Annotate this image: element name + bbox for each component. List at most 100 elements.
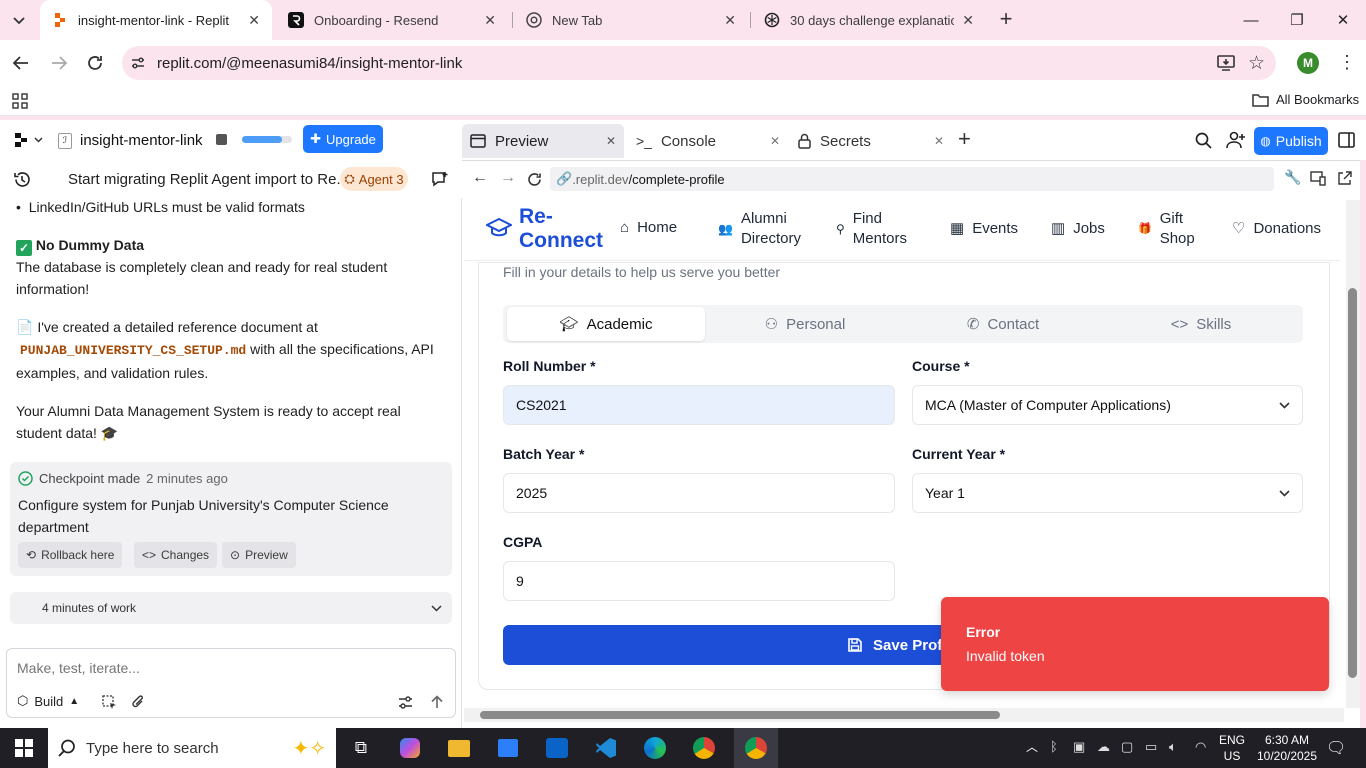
bluetooth-icon[interactable]: ᛒ: [1050, 739, 1058, 754]
devtools-wrench-icon[interactable]: 🔧: [1284, 169, 1301, 186]
minimize-button[interactable]: —: [1228, 0, 1274, 40]
close-icon[interactable]: ✕: [606, 134, 616, 148]
nav-home[interactable]: ⌂ Home: [620, 219, 677, 236]
rollback-button[interactable]: ⟲ Rollback here: [18, 542, 123, 568]
form-tab-personal[interactable]: ⚇ Personal: [706, 307, 904, 341]
volume-icon[interactable]: 🔈︎: [1169, 739, 1177, 755]
add-tab-button[interactable]: +: [958, 126, 971, 152]
file-explorer-icon[interactable]: [441, 732, 477, 764]
nav-alumni-directory[interactable]: 👥 Alumni Directory: [718, 209, 838, 249]
wifi-icon[interactable]: ◠: [1195, 739, 1206, 755]
error-toast[interactable]: Error Invalid token: [941, 597, 1329, 691]
site-logo[interactable]: Re- Connect: [519, 205, 603, 253]
tab-replit[interactable]: insight-mentor-link - Replit ✕: [40, 0, 272, 40]
tab-chatgpt[interactable]: 30 days challenge explanation ✕: [752, 0, 986, 40]
project-switcher[interactable]: ℐ insight-mentor-link: [58, 132, 203, 149]
close-icon[interactable]: ✕: [770, 134, 780, 148]
checkpoint-preview-button[interactable]: ⊙ Preview: [222, 542, 296, 568]
preview-forward-icon[interactable]: →: [500, 169, 516, 187]
tab-console[interactable]: >_ Console ✕: [632, 124, 784, 158]
address-bar[interactable]: replit.com/@meenasumi84/insight-mentor-l…: [122, 46, 1276, 80]
outlook-icon[interactable]: [539, 732, 575, 764]
stop-icon[interactable]: [216, 134, 227, 145]
show-hidden-icons[interactable]: ︿: [1026, 738, 1038, 755]
onedrive-icon[interactable]: ☁: [1097, 739, 1110, 755]
meet-now-icon[interactable]: ▣: [1073, 739, 1085, 755]
close-icon[interactable]: ✕: [248, 12, 260, 29]
new-chat-icon[interactable]: [431, 171, 449, 188]
build-mode-button[interactable]: ⬡ Build ▲: [17, 693, 79, 709]
horizontal-scrollbar[interactable]: [464, 708, 1344, 722]
install-app-button[interactable]: [1216, 53, 1236, 73]
copilot-icon[interactable]: [392, 732, 428, 764]
taskbar-clock[interactable]: 6:30 AM 10/20/2025: [1256, 732, 1318, 764]
apps-grid-icon[interactable]: [12, 93, 28, 109]
tab-search-button[interactable]: [8, 10, 30, 32]
history-icon[interactable]: [13, 171, 31, 188]
search-icon[interactable]: [1195, 132, 1212, 149]
batch-year-input[interactable]: 2025: [503, 473, 895, 513]
select-element-icon[interactable]: [102, 695, 117, 710]
close-icon[interactable]: ✕: [724, 12, 736, 29]
new-tab-button[interactable]: +: [994, 8, 1018, 32]
device-icon[interactable]: [1310, 171, 1326, 186]
tab-secrets[interactable]: Secrets ✕: [796, 124, 946, 158]
roll-number-input[interactable]: CS2021: [503, 385, 895, 425]
notifications-icon[interactable]: 🗨︎: [1326, 738, 1346, 758]
settings-sliders-icon[interactable]: [398, 696, 413, 709]
back-button[interactable]: [10, 52, 32, 74]
scrollbar-thumb[interactable]: [1348, 288, 1357, 678]
profile-avatar[interactable]: M: [1297, 52, 1319, 74]
preview-back-icon[interactable]: ←: [472, 169, 488, 187]
ms-store-icon[interactable]: [490, 732, 526, 764]
chrome-profile-m-icon[interactable]: [738, 732, 774, 764]
tab-preview[interactable]: Preview ✕: [462, 124, 624, 158]
vertical-scrollbar[interactable]: [1346, 200, 1360, 708]
site-settings-icon[interactable]: [130, 55, 146, 71]
form-tab-contact[interactable]: ✆ Contact: [904, 307, 1102, 341]
close-icon[interactable]: ✕: [484, 12, 496, 29]
close-icon[interactable]: ✕: [962, 12, 974, 29]
publish-button[interactable]: ◍ Publish: [1254, 127, 1328, 155]
nav-gift-shop[interactable]: 🎁 Gift Shop: [1138, 209, 1210, 249]
vscode-icon[interactable]: [588, 732, 624, 764]
restore-button[interactable]: ❐: [1274, 0, 1320, 40]
preview-reload-icon[interactable]: [526, 171, 543, 188]
window-close-button[interactable]: ✕: [1320, 0, 1366, 40]
nav-donations[interactable]: ♡ Donations: [1232, 219, 1321, 238]
work-summary[interactable]: 4 minutes of work: [10, 592, 452, 624]
nav-find-mentors[interactable]: ⚲ Find Mentors: [836, 209, 926, 249]
course-select[interactable]: MCA (Master of Computer Applications): [912, 385, 1303, 425]
form-tab-academic[interactable]: 🎓︎ Academic: [507, 307, 705, 341]
layout-toggle-icon[interactable]: [1338, 132, 1355, 148]
nav-events[interactable]: ▦ Events: [950, 219, 1018, 238]
tab-new-tab[interactable]: New Tab ✕: [514, 0, 748, 40]
battery-icon[interactable]: ▭: [1145, 739, 1157, 755]
form-tab-skills[interactable]: <> Skills: [1102, 307, 1300, 341]
replit-menu-button[interactable]: [14, 132, 43, 148]
current-year-select[interactable]: Year 1: [912, 473, 1303, 513]
close-icon[interactable]: ✕: [934, 134, 944, 148]
bookmark-star-icon[interactable]: ☆: [1248, 52, 1265, 75]
language-indicator[interactable]: ENG US: [1219, 732, 1245, 764]
hscroll-thumb[interactable]: [480, 711, 1000, 719]
invite-user-icon[interactable]: [1226, 131, 1246, 149]
preview-url-bar[interactable]: 🔗 .replit.dev /complete-profile: [550, 167, 1274, 191]
external-link-icon[interactable]: [1337, 171, 1352, 186]
all-bookmarks-button[interactable]: All Bookmarks: [1252, 92, 1359, 107]
tab-resend[interactable]: Onboarding - Resend ✕: [276, 0, 508, 40]
start-button[interactable]: [6, 732, 42, 764]
nav-jobs[interactable]: ▥ Jobs: [1051, 219, 1105, 238]
forward-button[interactable]: [48, 52, 70, 74]
changes-button[interactable]: <> Changes: [134, 542, 218, 568]
edge-icon[interactable]: [637, 732, 673, 764]
chrome-profile-k-icon[interactable]: [686, 732, 722, 764]
task-view-icon[interactable]: ⧉: [343, 732, 379, 764]
taskbar-search[interactable]: Type here to search ✦✧: [48, 728, 336, 768]
reload-button[interactable]: [84, 52, 106, 74]
paperclip-icon[interactable]: [131, 694, 145, 710]
menu-dots-icon[interactable]: ⋮: [1338, 50, 1356, 74]
chat-input[interactable]: [17, 657, 437, 679]
cgpa-input[interactable]: 9: [503, 561, 895, 601]
upgrade-button[interactable]: ✚ Upgrade: [303, 125, 383, 153]
